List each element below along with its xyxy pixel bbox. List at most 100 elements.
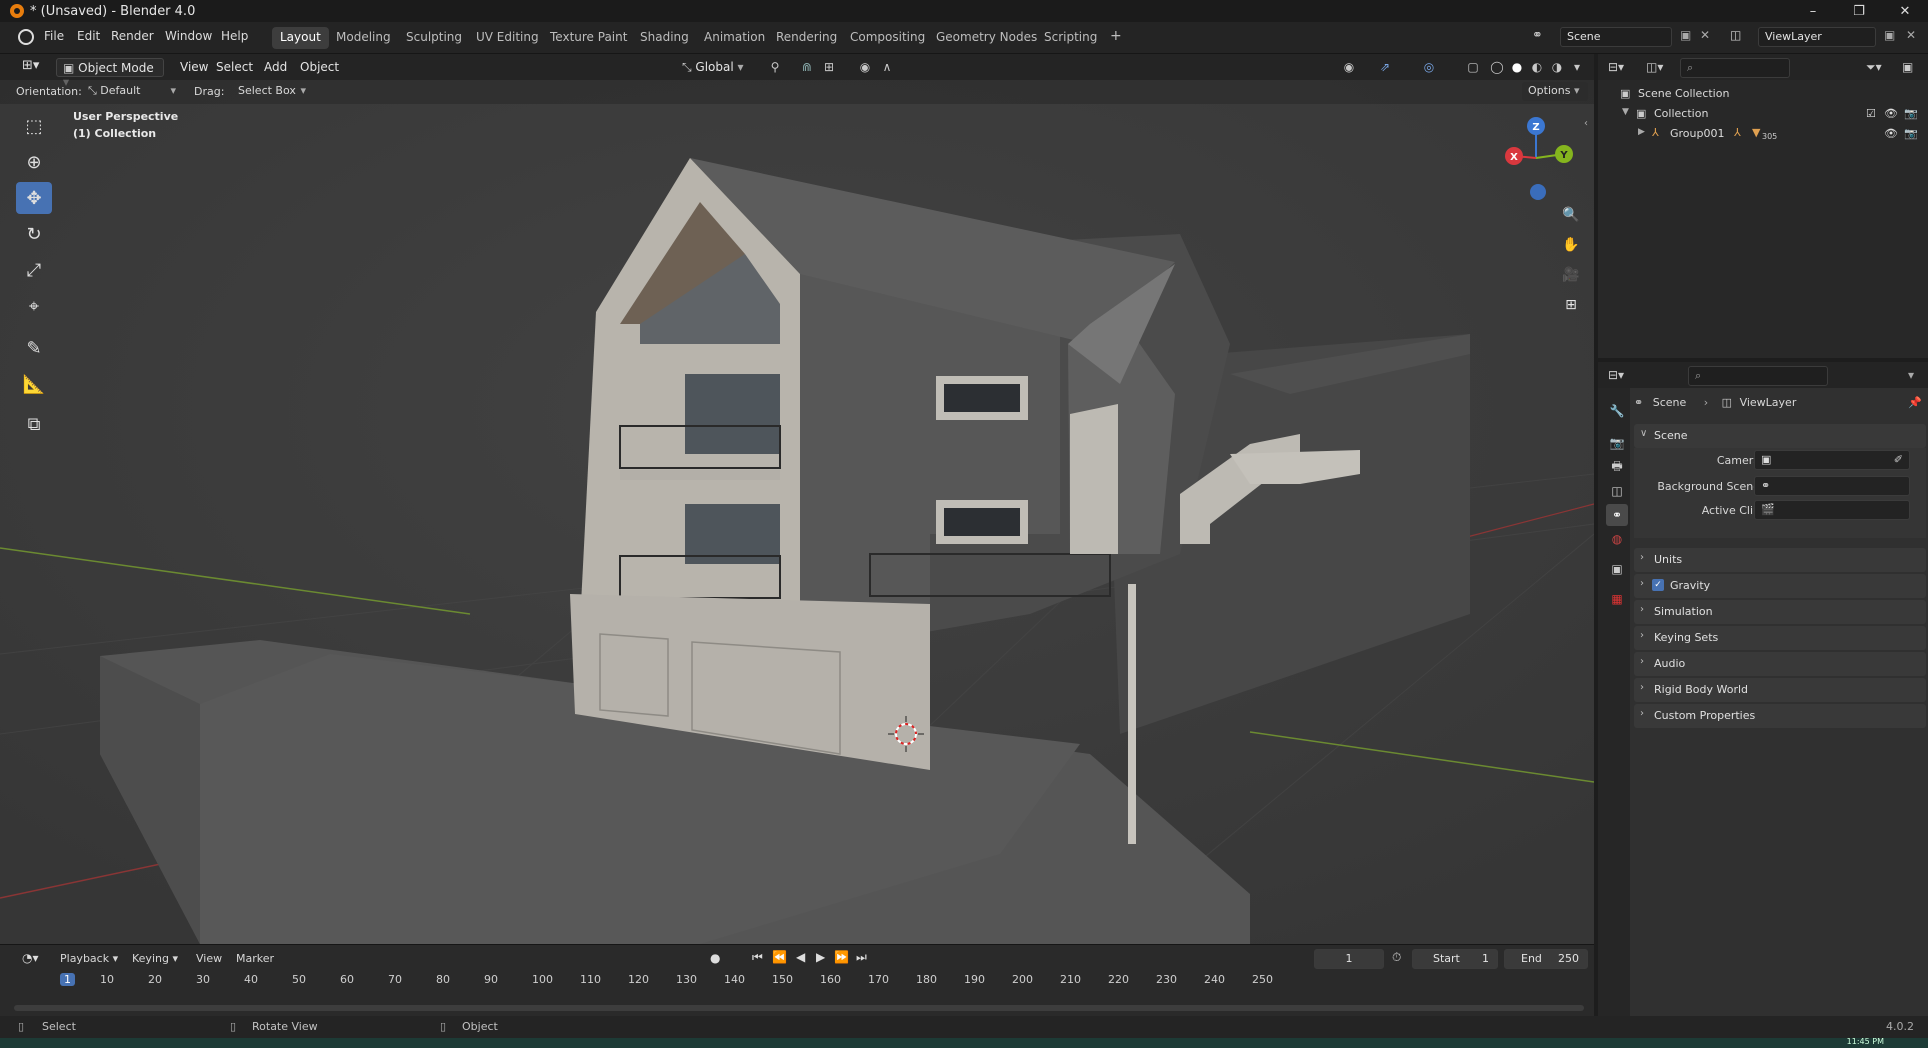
menu-keying[interactable]: Keying ▾ bbox=[132, 952, 178, 965]
panel-units[interactable]: › Units bbox=[1634, 548, 1926, 572]
solid-shading-icon[interactable]: ● bbox=[1508, 58, 1526, 76]
menu-add[interactable]: Add bbox=[258, 58, 293, 77]
outliner-search-input[interactable]: ⌕ bbox=[1680, 58, 1790, 78]
collection-tab-icon[interactable]: ▣ bbox=[1606, 558, 1628, 580]
timeline-scrollbar[interactable] bbox=[14, 1005, 1584, 1011]
transform-tool[interactable]: ⌖ bbox=[16, 290, 52, 322]
background-scene-field[interactable]: ⚭ bbox=[1754, 476, 1910, 496]
current-frame-marker[interactable]: 1 bbox=[60, 973, 75, 986]
display-mode-icon[interactable]: ◫▾ bbox=[1646, 60, 1663, 74]
jump-end-icon[interactable]: ⏭ bbox=[856, 950, 867, 965]
move-tool[interactable]: ✥ bbox=[16, 182, 52, 214]
frame-ruler[interactable]: 1 10 20 30 40 50 60 70 80 90 100 110 120 130 140 150 160… bbox=[8, 971, 1586, 991]
outliner-row-group[interactable]: ▶ ⅄ Group001 ⅄ ▼ 305 👁 📷 bbox=[1598, 124, 1928, 144]
restore-button[interactable]: ❐ bbox=[1836, 0, 1882, 22]
menu-marker[interactable]: Marker bbox=[236, 952, 274, 965]
end-frame-field[interactable]: End 250 bbox=[1504, 949, 1588, 969]
tab-scripting[interactable]: Scripting bbox=[1036, 27, 1105, 49]
new-view-layer-icon[interactable]: ▣ bbox=[1884, 28, 1895, 42]
tab-compositing[interactable]: Compositing bbox=[842, 27, 933, 49]
tab-texture-paint[interactable]: Texture Paint bbox=[542, 27, 635, 49]
outliner-row-scene-collection[interactable]: ▣ Scene Collection bbox=[1598, 84, 1928, 104]
tab-shading[interactable]: Shading bbox=[632, 27, 697, 49]
panel-keying-sets[interactable]: › Keying Sets bbox=[1634, 626, 1926, 650]
scale-tool[interactable]: ⤢ bbox=[16, 254, 52, 286]
scene-name-field[interactable]: Scene bbox=[1560, 27, 1672, 47]
3d-viewport[interactable]: ⊞▾ ▣ Object Mode ▾ View Select Add Objec… bbox=[0, 54, 1594, 944]
jump-keyframe-forward-icon[interactable]: ⏩ bbox=[834, 950, 849, 964]
add-cube-tool[interactable]: ⧉ bbox=[16, 408, 52, 440]
measure-tool[interactable]: 📐 bbox=[16, 368, 52, 400]
tab-uv-editing[interactable]: UV Editing bbox=[468, 27, 547, 49]
drag-dropdown[interactable]: Select Box ▾ bbox=[234, 82, 310, 101]
gravity-checkbox[interactable]: ✓ bbox=[1652, 579, 1664, 591]
tab-modeling[interactable]: Modeling bbox=[328, 27, 399, 49]
output-tab-icon[interactable]: 🖶 bbox=[1606, 456, 1628, 478]
render-tab-icon[interactable]: 📷 bbox=[1606, 432, 1628, 454]
tool-tab-icon[interactable]: 🔧 bbox=[1606, 400, 1628, 422]
rendered-shading-icon[interactable]: ◑ bbox=[1548, 58, 1566, 76]
auto-keying-icon[interactable]: ● bbox=[710, 951, 720, 965]
zoom-view-icon[interactable]: 🔍 bbox=[1558, 202, 1584, 228]
active-clip-field[interactable]: 🎬 bbox=[1754, 500, 1910, 520]
blender-menu-icon[interactable] bbox=[18, 29, 34, 45]
tab-animation[interactable]: Animation bbox=[696, 27, 773, 49]
perspective-toggle-icon[interactable]: ⊞ bbox=[1558, 292, 1584, 318]
properties-editor[interactable]: ⊟▾ ⌕ ▾ 🔧 📷 🖶 ◫ ⚭ ◍ ▣ ▦ ⚭ Scene › ◫ ViewL… bbox=[1598, 362, 1928, 1016]
outliner-editor-icon[interactable]: ⊟▾ bbox=[1608, 60, 1624, 74]
add-workspace-button[interactable]: + bbox=[1102, 25, 1130, 47]
timeline-editor-icon[interactable]: ◔▾ bbox=[22, 951, 39, 965]
panel-rigid-body-world[interactable]: › Rigid Body World bbox=[1634, 678, 1926, 702]
navigation-gizmo[interactable]: Z Y X bbox=[1496, 110, 1582, 210]
new-scene-icon[interactable]: ▣ bbox=[1680, 28, 1691, 42]
orientation-dropdown[interactable]: ⤡ Default ▾ bbox=[84, 82, 180, 101]
menu-window[interactable]: Window bbox=[165, 29, 212, 43]
tab-sculpting[interactable]: Sculpting bbox=[398, 27, 470, 49]
scene-tab-icon[interactable]: ⚭ bbox=[1606, 504, 1628, 526]
minimize-button[interactable]: – bbox=[1790, 0, 1836, 22]
menu-select[interactable]: Select bbox=[210, 58, 259, 77]
menu-edit[interactable]: Edit bbox=[77, 29, 100, 43]
panel-custom-properties[interactable]: › Custom Properties bbox=[1634, 704, 1926, 728]
new-collection-icon[interactable]: ▣ bbox=[1902, 60, 1913, 74]
jump-start-icon[interactable]: ⏮ bbox=[752, 950, 763, 965]
snap-icon[interactable]: ⋒ bbox=[798, 58, 816, 76]
menu-timeline-view[interactable]: View bbox=[196, 952, 222, 965]
collection-render-icon[interactable]: 📷 bbox=[1904, 107, 1918, 120]
group-visibility-icon[interactable]: 👁 bbox=[1884, 127, 1898, 140]
play-reverse-icon[interactable]: ◀ bbox=[796, 950, 805, 964]
gizmo-icon[interactable]: ⇗ bbox=[1376, 58, 1394, 76]
menu-render[interactable]: Render bbox=[111, 29, 154, 43]
group-render-icon[interactable]: 📷 bbox=[1904, 127, 1918, 140]
visibility-icon[interactable]: ◉ bbox=[1340, 58, 1358, 76]
menu-view[interactable]: View bbox=[174, 58, 214, 77]
snap-target-icon[interactable]: ⊞ bbox=[820, 58, 838, 76]
shading-options-icon[interactable]: ▾ bbox=[1568, 58, 1586, 76]
pivot-point-icon[interactable]: ⚲ bbox=[766, 58, 784, 76]
tab-rendering[interactable]: Rendering bbox=[768, 27, 845, 49]
menu-playback[interactable]: Playback ▾ bbox=[60, 952, 118, 965]
camera-field[interactable]: ▣ ✐ bbox=[1754, 450, 1910, 470]
properties-editor-icon[interactable]: ⊟▾ bbox=[1608, 368, 1624, 382]
panel-gravity[interactable]: › ✓ Gravity bbox=[1634, 574, 1926, 598]
properties-options-icon[interactable]: ▾ bbox=[1908, 368, 1914, 382]
pin-icon[interactable]: 📌 bbox=[1908, 396, 1922, 409]
timeline[interactable]: ◔▾ Playback ▾ Keying ▾ View Marker ● ⏮ ⏪… bbox=[0, 944, 1594, 1016]
material-shading-icon[interactable]: ◐ bbox=[1528, 58, 1546, 76]
view-layer-tab-icon[interactable]: ◫ bbox=[1606, 480, 1628, 502]
expand-collection-icon[interactable]: ▼ bbox=[1622, 107, 1629, 117]
properties-search-input[interactable]: ⌕ bbox=[1688, 366, 1828, 386]
view-layer-field[interactable]: ViewLayer bbox=[1758, 27, 1876, 47]
eyedropper-icon[interactable]: ✐ bbox=[1894, 453, 1903, 466]
collection-visibility-icon[interactable]: 👁 bbox=[1884, 107, 1898, 120]
filter-icon[interactable]: ⏷▾ bbox=[1866, 60, 1882, 75]
options-dropdown[interactable]: Options ▾ bbox=[1522, 82, 1588, 101]
close-button[interactable]: ✕ bbox=[1882, 0, 1928, 22]
preview-range-icon[interactable]: ⏱ bbox=[1392, 950, 1401, 965]
rotate-tool[interactable]: ↻ bbox=[16, 218, 52, 250]
delete-view-layer-icon[interactable]: ✕ bbox=[1906, 28, 1916, 42]
jump-keyframe-back-icon[interactable]: ⏪ bbox=[772, 950, 787, 964]
expand-group-icon[interactable]: ▶ bbox=[1638, 127, 1645, 137]
menu-object[interactable]: Object bbox=[294, 58, 345, 77]
camera-view-icon[interactable]: 🎥 bbox=[1558, 262, 1584, 288]
